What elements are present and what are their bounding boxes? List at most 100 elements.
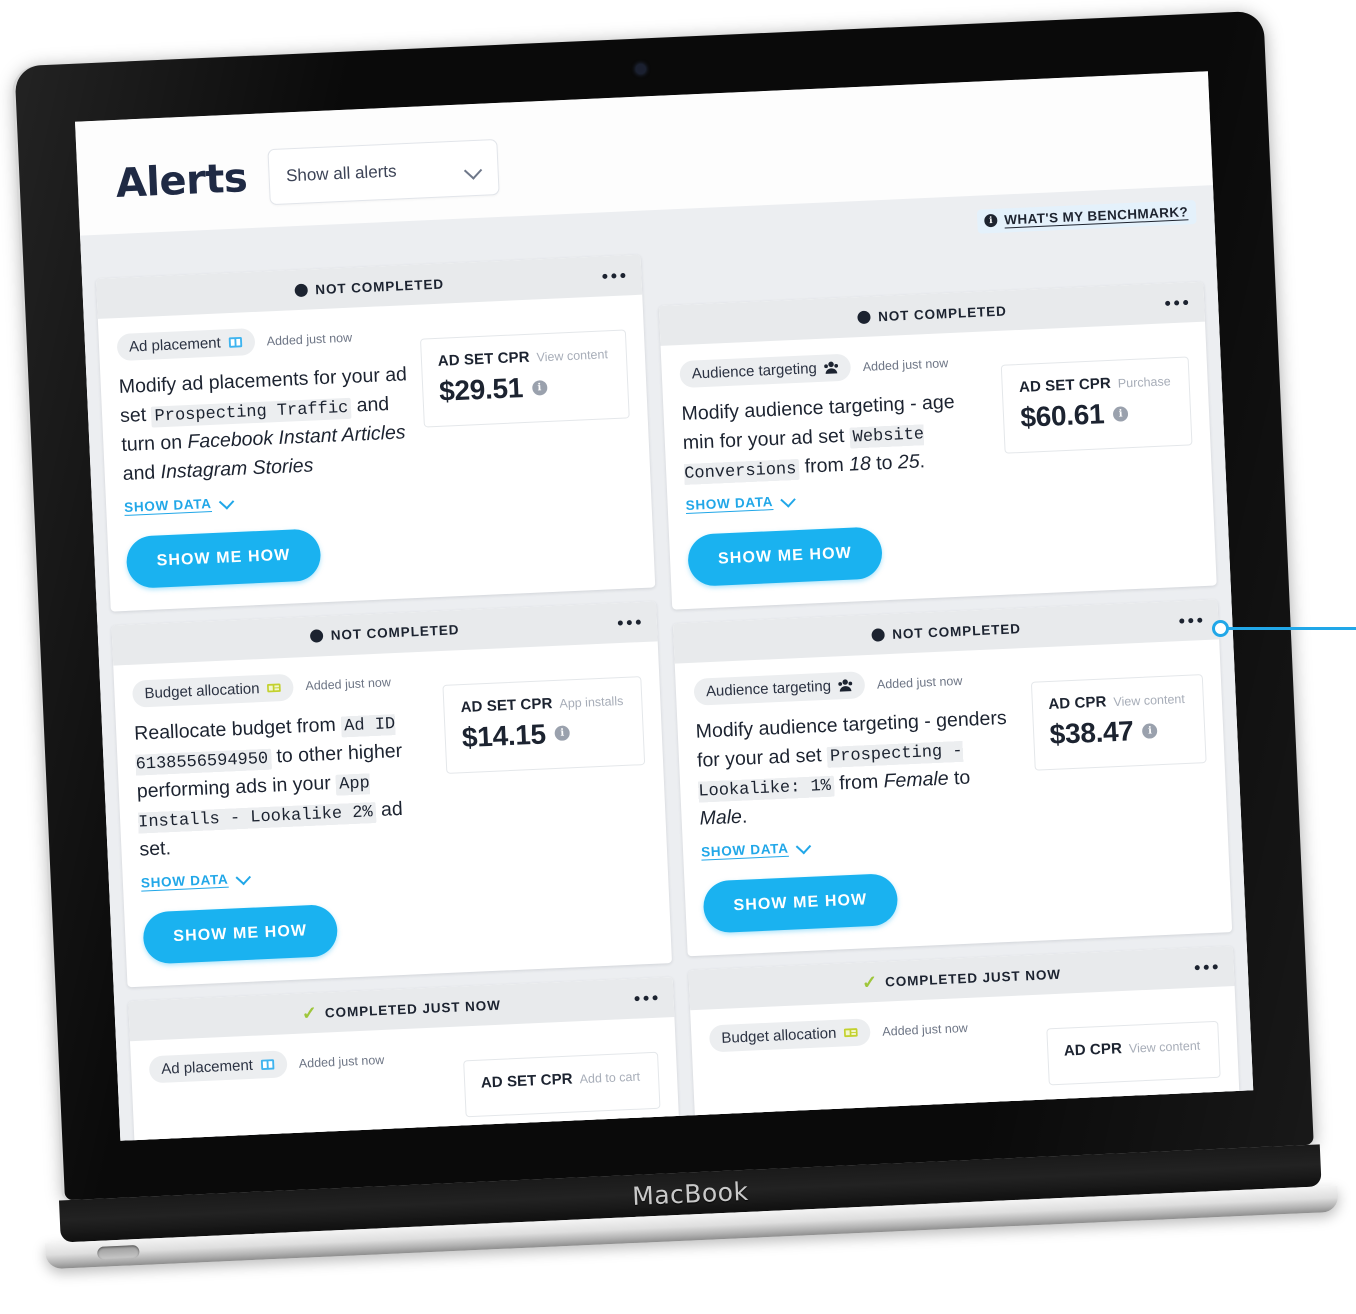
- alert-category-chip[interactable]: Audience targeting: [679, 353, 852, 389]
- status-inner: NOT COMPLETED: [294, 276, 444, 298]
- alerts-filter-select[interactable]: Show all alerts: [267, 138, 501, 206]
- status-dot-icon: [870, 627, 885, 642]
- status-label: NOT COMPLETED: [891, 620, 1022, 642]
- alert-category-chip[interactable]: Budget allocation: [708, 1018, 871, 1053]
- alert-category-chip[interactable]: Audience targeting: [693, 671, 866, 706]
- info-icon[interactable]: i: [554, 725, 571, 742]
- info-icon[interactable]: i: [1142, 722, 1158, 739]
- alert-category-chip[interactable]: Budget allocation: [131, 673, 295, 708]
- alert-card: NOT COMPLETED Audience targeting Added jus…: [672, 599, 1233, 957]
- chevron-down-icon: [219, 498, 233, 508]
- audience-targeting-icon: [838, 678, 854, 694]
- metric-subtitle: Purchase: [1117, 374, 1171, 391]
- show-me-how-button[interactable]: SHOW ME HOW: [125, 528, 322, 589]
- alert-card: NOT COMPLETED Audience targeting Added jus…: [658, 281, 1217, 610]
- budget-allocation-icon: [843, 1025, 859, 1041]
- show-data-toggle[interactable]: SHOW DATA: [701, 840, 811, 860]
- alert-description: Modify audience targeting - age min for …: [681, 386, 994, 487]
- show-data-toggle[interactable]: SHOW DATA: [141, 871, 251, 891]
- metric-head: AD SET CPR View content: [437, 345, 608, 370]
- overflow-menu-icon[interactable]: [632, 987, 660, 1009]
- audience-targeting-icon: [823, 360, 839, 376]
- show-me-how-button[interactable]: SHOW ME HOW: [686, 526, 883, 588]
- show-me-how-button[interactable]: SHOW ME HOW: [142, 904, 339, 965]
- alert-cards-grid: NOT COMPLETED Ad placement Added just now M…: [95, 198, 1241, 1141]
- alert-card-main: Budget allocation Added just now Reallocat…: [131, 667, 443, 965]
- alert-card: NOT COMPLETED Ad placement Added just now M…: [96, 254, 656, 612]
- alert-card-body: Audience targeting Added just now Modify a…: [661, 322, 1217, 610]
- alert-tag-row: Audience targeting Added just now: [693, 665, 1018, 706]
- alert-description: Reallocate budget from Ad ID 61385565949…: [134, 706, 438, 865]
- metric-head: AD SET CPR App installs: [460, 692, 623, 716]
- overflow-menu-icon[interactable]: [615, 611, 643, 633]
- alerts-column-left: NOT COMPLETED Ad placement Added just now M…: [96, 254, 680, 1141]
- info-icon[interactable]: i: [1112, 405, 1129, 422]
- metric-value: $29.51: [438, 372, 524, 407]
- alert-tag-row: Budget allocation Added just now: [708, 1011, 1034, 1053]
- alert-added-time: Added just now: [876, 673, 963, 692]
- metric-value-row: $38.47 i: [1049, 713, 1187, 751]
- alert-text-segment: and: [122, 461, 162, 485]
- alert-emphasis-token: 18: [848, 452, 872, 476]
- show-me-how-button[interactable]: SHOW ME HOW: [702, 873, 899, 934]
- metric-subtitle: View content: [1128, 1038, 1201, 1056]
- alert-added-time: Added just now: [305, 675, 392, 694]
- chevron-down-icon: [466, 163, 482, 173]
- status-label: NOT COMPLETED: [877, 302, 1008, 324]
- overflow-menu-icon[interactable]: [1163, 292, 1191, 314]
- alert-category-label: Budget allocation: [144, 679, 260, 702]
- device-brand-label: MacBook: [631, 1176, 750, 1211]
- status-label: COMPLETED JUST NOW: [884, 966, 1062, 990]
- alert-category-label: Audience targeting: [691, 359, 818, 383]
- metric-value-row: $14.15 i: [461, 715, 625, 754]
- metric-name: AD SET CPR: [460, 694, 553, 716]
- chevron-down-icon: [796, 843, 810, 853]
- show-data-label: SHOW DATA: [685, 494, 774, 514]
- overflow-menu-icon[interactable]: [1177, 610, 1205, 632]
- show-data-toggle[interactable]: SHOW DATA: [124, 495, 234, 515]
- metric-subtitle: App installs: [559, 693, 624, 711]
- alert-added-time: Added just now: [298, 1052, 385, 1071]
- show-data-label: SHOW DATA: [700, 840, 789, 860]
- metric-head: AD CPR View content: [1063, 1037, 1200, 1060]
- alert-card: ✓ COMPLETED JUST NOW Budget allocation Adde…: [688, 946, 1240, 1124]
- alert-card-body: Audience targeting Added just now Modify a…: [675, 640, 1232, 957]
- overflow-menu-icon[interactable]: [1192, 956, 1220, 978]
- alert-added-time: Added just now: [882, 1020, 969, 1039]
- alert-category-label: Ad placement: [128, 334, 222, 356]
- metric-subtitle: Add to cart: [579, 1069, 641, 1087]
- laptop-lid: Alerts Show all alerts i WHAT'S MY BENCH…: [14, 10, 1314, 1201]
- metric-box: AD SET CPR Add to cart: [462, 1051, 661, 1118]
- metric-box: AD CPR View content $38.47 i: [1030, 674, 1207, 771]
- metric-name: AD SET CPR: [437, 348, 530, 370]
- alert-text-segment: to: [948, 766, 971, 790]
- metric-box: AD SET CPR App installs $14.15 i: [442, 675, 646, 774]
- laptop-screen: Alerts Show all alerts i WHAT'S MY BENCH…: [75, 71, 1254, 1141]
- alert-category-label: Budget allocation: [721, 1024, 837, 1048]
- alert-card-body: Ad placement Added just now Modify ad plac…: [98, 295, 655, 612]
- alert-tag-row: Ad placement Added just now: [148, 1043, 452, 1084]
- show-data-label: SHOW DATA: [140, 871, 229, 891]
- show-data-toggle[interactable]: SHOW DATA: [685, 493, 795, 513]
- alert-entity-token: Prospecting Traffic: [151, 397, 352, 428]
- show-data-label: SHOW DATA: [123, 495, 212, 515]
- metric-value: $14.15: [461, 718, 547, 753]
- ad-placement-icon: [260, 1057, 276, 1073]
- status-dot-icon: [294, 283, 308, 297]
- check-icon: ✓: [301, 1003, 318, 1024]
- alert-card-side: AD CPR View content $38.47 i: [1030, 656, 1214, 918]
- alert-category-chip[interactable]: Ad placement: [148, 1050, 288, 1084]
- status-inner: NOT COMPLETED: [856, 302, 1008, 325]
- alert-emphasis-token: Male: [699, 806, 743, 830]
- metric-value-row: $60.61 i: [1020, 395, 1173, 434]
- status-dot-icon: [856, 310, 871, 324]
- alert-emphasis-token: Facebook Instant Articles: [187, 421, 406, 454]
- alert-card-main: Ad placement Added just now: [148, 1043, 454, 1131]
- alert-tag-row: Budget allocation Added just now: [131, 667, 431, 708]
- alert-card-main: Audience targeting Added just now Modify a…: [679, 347, 998, 588]
- overflow-menu-icon[interactable]: [600, 265, 628, 287]
- alert-category-chip[interactable]: Ad placement: [116, 327, 256, 362]
- alert-text-segment: from: [833, 770, 885, 795]
- status-label: NOT COMPLETED: [314, 276, 445, 297]
- info-icon[interactable]: i: [531, 379, 548, 396]
